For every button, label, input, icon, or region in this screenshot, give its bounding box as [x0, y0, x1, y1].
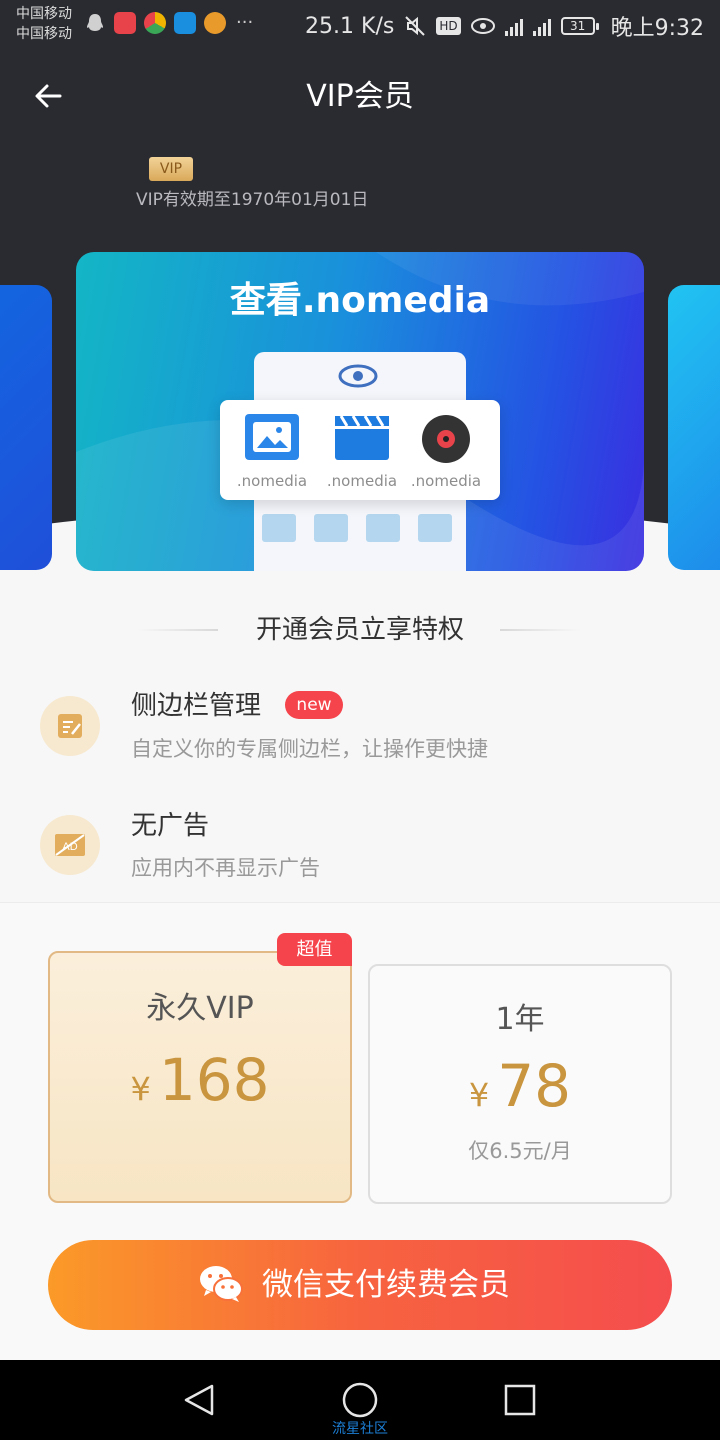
watermark: 流星社区 [332, 1421, 388, 1437]
battery-icon: 31 [560, 17, 599, 35]
system-status: 25.1 K/s HD 31 晚上9:32 [305, 10, 704, 42]
qq-icon [87, 14, 103, 31]
plan-price: ¥78 [370, 1051, 670, 1136]
browser-icon [144, 12, 166, 34]
privilege-name: 无广告 [131, 811, 210, 841]
privilege-desc: 应用内不再显示广告 [131, 856, 320, 880]
nav-recents-icon[interactable] [500, 1380, 540, 1420]
music-file-icon [422, 415, 470, 463]
no-ad-icon: AD [40, 815, 100, 875]
carrier-1: 中国移动 [16, 6, 72, 22]
toutiao-icon [114, 12, 136, 34]
net-speed: 25.1 K/s [305, 13, 395, 39]
carousel-prev-card[interactable] [0, 285, 52, 570]
plan-name: 1年 [495, 1002, 545, 1037]
nomedia-file-music: .nomedia [408, 414, 484, 490]
price-value: 168 [158, 1046, 270, 1114]
notification-icons: ··· [84, 12, 253, 34]
folder-row [262, 514, 458, 554]
vip-expiry-text: VIP有效期至1970年01月01日 [136, 190, 369, 210]
carrier-2: 中国移动 [16, 26, 72, 42]
file-label: .nomedia [326, 472, 398, 490]
banner-title: 查看.nomedia [229, 280, 491, 321]
weibo-icon [204, 12, 226, 34]
currency-symbol: ¥ [130, 1070, 151, 1108]
nomedia-file-video: .nomedia [324, 414, 400, 490]
status-bar: 中国移动 中国移动 ··· 25.1 K/s HD 31 晚上9:32 [0, 0, 720, 50]
more-notifications: ··· [236, 12, 254, 33]
privilege-name: 侧边栏管理 [131, 691, 262, 721]
folder-icon [418, 514, 452, 542]
eye-comfort-icon [470, 18, 495, 34]
carousel-next-card[interactable] [668, 285, 720, 570]
clock: 晚上9:32 [610, 16, 704, 41]
plan-one-year[interactable]: 1年 ¥78 仅6.5元/月 [368, 964, 672, 1204]
wechat-icon [200, 1266, 243, 1302]
plan-price: ¥168 [50, 1045, 350, 1130]
nav-home-icon[interactable] [340, 1380, 380, 1420]
svg-text:AD: AD [62, 841, 77, 853]
feature-banner[interactable]: 查看.nomedia .nomedia .nomedia .nomedia [76, 252, 644, 571]
mute-icon [405, 16, 426, 36]
signal-4g-icon [504, 16, 523, 36]
nomedia-file-image: .nomedia [234, 414, 310, 490]
plan-name: 永久VIP [146, 991, 254, 1026]
nav-back-icon[interactable] [180, 1380, 220, 1420]
nomedia-files-card: .nomedia .nomedia .nomedia [220, 400, 500, 500]
shield-app-icon [174, 12, 196, 34]
video-file-icon [335, 415, 389, 460]
price-value: 78 [497, 1052, 572, 1120]
hd-icon: HD [436, 17, 461, 35]
eye-icon [338, 364, 378, 388]
privileges-title: 开通会员立享特权 [255, 615, 464, 645]
wechat-pay-button[interactable]: 微信支付续费会员 [48, 1240, 672, 1330]
page-title: VIP会员 [306, 79, 414, 114]
divider-right [500, 629, 580, 631]
plan-monthly-note: 仅6.5元/月 [468, 1139, 572, 1163]
file-label: .nomedia [236, 472, 308, 490]
carrier-info: 中国移动 中国移动 [16, 4, 72, 44]
file-label: .nomedia [410, 472, 482, 490]
folder-icon [366, 514, 400, 542]
folder-icon [262, 514, 296, 542]
plan-lifetime-vip[interactable]: 永久VIP ¥168 [48, 951, 352, 1203]
edit-sidebar-icon [40, 696, 100, 756]
new-badge: new [285, 691, 343, 719]
signal-2g-icon [532, 16, 551, 36]
currency-symbol: ¥ [468, 1076, 490, 1114]
image-file-icon [245, 414, 299, 460]
vip-badge: VIP [149, 157, 193, 181]
folder-icon [314, 514, 348, 542]
privilege-desc: 自定义你的专属侧边栏，让操作更快捷 [131, 737, 488, 761]
pay-button-label: 微信支付续费会员 [262, 1267, 510, 1303]
value-tag: 超值 [277, 933, 352, 966]
